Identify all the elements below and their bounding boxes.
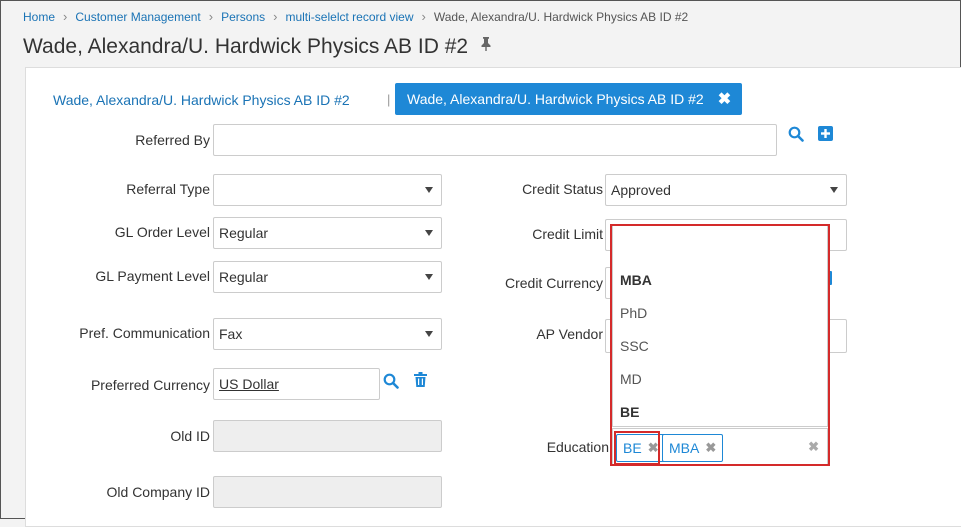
pin-icon[interactable] [480, 33, 492, 57]
referral-type-label: Referral Type [126, 181, 210, 197]
chevron-down-icon [425, 274, 433, 280]
breadcrumb-separator: › [208, 9, 214, 25]
clear-all-icon[interactable]: ✖ [808, 439, 819, 455]
breadcrumb-separator: › [63, 9, 68, 25]
education-dropdown-list: MBA PhD SSC MD BE [612, 225, 828, 427]
breadcrumb-separator: › [421, 9, 426, 25]
pref-communication-label: Pref. Communication [79, 325, 210, 341]
education-option-mba[interactable]: MBA [620, 272, 652, 288]
credit-currency-label: Credit Currency [504, 275, 603, 291]
breadcrumb-persons[interactable]: Persons [221, 10, 265, 24]
education-option-phd[interactable]: PhD [620, 305, 647, 321]
credit-limit-label: Credit Limit [532, 226, 603, 242]
gl-payment-level-select[interactable]: Regular [213, 261, 442, 293]
gl-order-level-value: Regular [219, 225, 269, 241]
pref-communication-select[interactable]: Fax [213, 318, 442, 350]
education-option-be[interactable]: BE [620, 404, 639, 420]
education-chip-be[interactable]: BE ✖ [616, 434, 666, 462]
preferred-currency-link[interactable]: US Dollar [219, 376, 279, 392]
tab-separator: | [387, 92, 391, 107]
gl-order-level-label: GL Order Level [114, 224, 210, 240]
search-icon[interactable] [383, 373, 399, 394]
close-icon[interactable]: ✖ [648, 440, 659, 456]
pref-communication-value: Fax [219, 326, 243, 342]
education-option-md[interactable]: MD [620, 371, 642, 387]
credit-status-select[interactable]: Approved [605, 174, 847, 206]
referred-by-input[interactable] [213, 124, 777, 156]
chevron-down-icon [425, 230, 433, 236]
breadcrumb-current: Wade, Alexandra/U. Hardwick Physics AB I… [433, 9, 689, 24]
tab-record-link[interactable]: Wade, Alexandra/U. Hardwick Physics AB I… [53, 92, 350, 108]
close-icon[interactable]: ✖ [718, 89, 731, 109]
preferred-currency-input[interactable]: US Dollar [213, 368, 380, 400]
close-icon[interactable]: ✖ [705, 440, 716, 456]
breadcrumb-customer-management[interactable]: Customer Management [75, 10, 200, 24]
ap-vendor-label: AP Vendor [536, 326, 603, 342]
education-chip-label: BE [623, 440, 642, 456]
old-id-label: Old ID [170, 428, 210, 444]
page-title: Wade, Alexandra/U. Hardwick Physics AB I… [23, 35, 492, 59]
education-option-ssc[interactable]: SSC [620, 338, 649, 354]
breadcrumb-separator: › [273, 9, 278, 25]
gl-order-level-select[interactable]: Regular [213, 217, 442, 249]
education-label: Education [546, 439, 609, 455]
trash-icon[interactable] [414, 372, 427, 392]
plus-square-icon[interactable] [818, 126, 833, 146]
credit-status-label: Credit Status [522, 181, 603, 197]
education-multiselect[interactable]: BE ✖ MBA ✖ ✖ [612, 428, 828, 466]
search-icon[interactable] [788, 126, 804, 147]
page-title-text: Wade, Alexandra/U. Hardwick Physics AB I… [23, 35, 469, 58]
old-id-input[interactable] [213, 420, 442, 452]
tab-active-record[interactable]: Wade, Alexandra/U. Hardwick Physics AB I… [395, 83, 742, 115]
gl-payment-level-value: Regular [219, 269, 269, 285]
gl-payment-level-label: GL Payment Level [95, 268, 210, 284]
chevron-down-icon [830, 187, 838, 193]
referral-type-select[interactable] [213, 174, 442, 206]
tab-active-label: Wade, Alexandra/U. Hardwick Physics AB I… [407, 91, 704, 107]
chevron-down-icon [425, 331, 433, 337]
credit-status-value: Approved [611, 182, 671, 198]
preferred-currency-label: Preferred Currency [90, 377, 210, 393]
education-chip-mba[interactable]: MBA ✖ [662, 434, 724, 462]
chevron-down-icon [425, 187, 433, 193]
old-company-id-label: Old Company ID [106, 484, 210, 500]
education-chip-label: MBA [669, 440, 700, 456]
breadcrumb-record-view[interactable]: multi-selelct record view [285, 10, 413, 24]
breadcrumb-home[interactable]: Home [23, 10, 55, 24]
referred-by-label: Referred By [135, 132, 210, 148]
breadcrumb: Home › Customer Management › Persons › multi-s… [23, 9, 688, 24]
old-company-id-input[interactable] [213, 476, 442, 508]
